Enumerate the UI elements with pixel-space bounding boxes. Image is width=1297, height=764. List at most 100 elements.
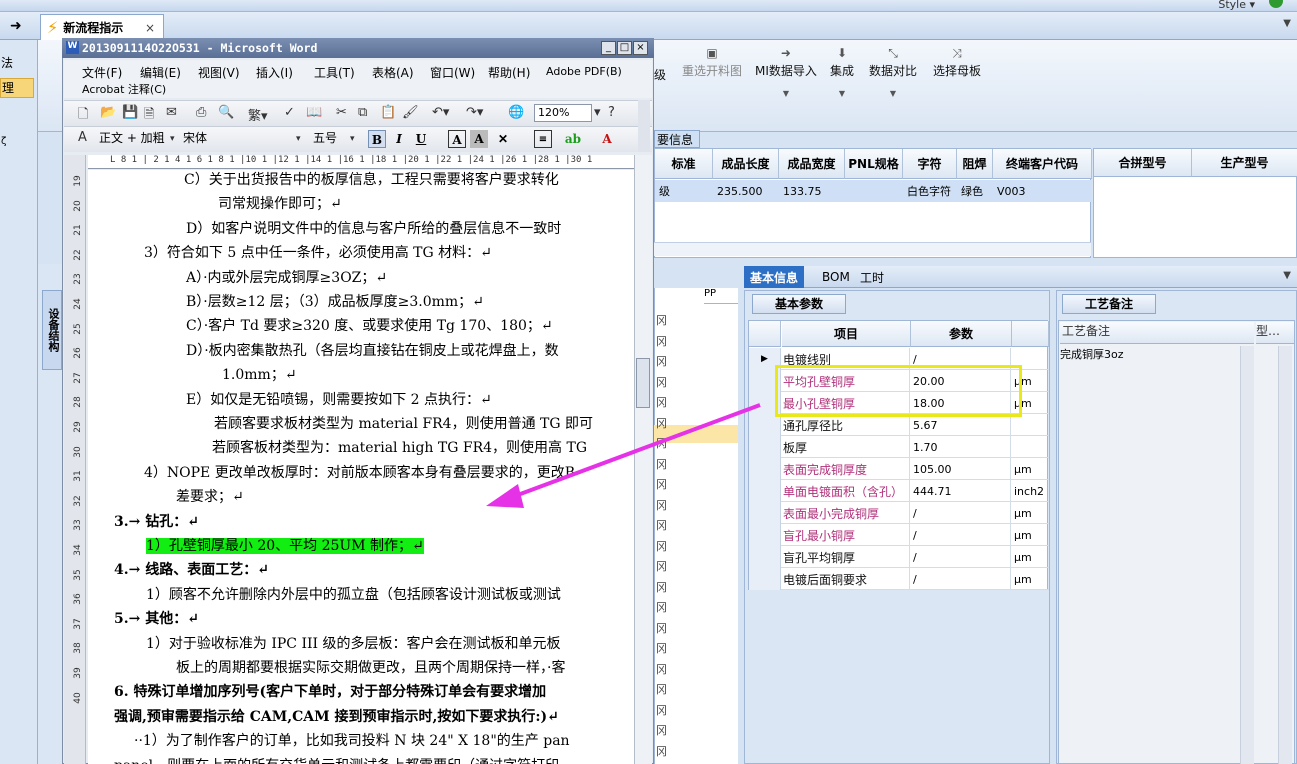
chevron-down-icon[interactable]: ▾	[594, 105, 601, 120]
close-icon[interactable]: ×	[145, 21, 155, 35]
column-header[interactable]: PNL规格	[845, 149, 903, 179]
open-folder-icon[interactable]: 📂	[100, 105, 116, 120]
redo-icon[interactable]: ↷▾	[466, 105, 483, 120]
close-icon[interactable]: ×	[633, 41, 648, 55]
char-shading-icon[interactable]: A	[470, 130, 488, 148]
left-nav-item[interactable]: ζ	[0, 136, 34, 156]
grid-cell[interactable]: 冈	[656, 312, 668, 328]
vertical-scrollbar[interactable]	[1278, 346, 1292, 764]
font-color-icon[interactable]: A	[598, 130, 616, 148]
grid-cell[interactable]: 冈	[656, 620, 668, 636]
row-selector[interactable]	[749, 436, 781, 458]
param-value[interactable]: 1.70	[911, 436, 1011, 458]
menu-insert[interactable]: 插入(I)	[256, 64, 293, 81]
save-icon[interactable]: 💾	[122, 105, 138, 120]
chevron-down-icon[interactable]: ▼	[1283, 18, 1291, 29]
font-select[interactable]: 宋体	[180, 130, 304, 148]
grid-cell[interactable]: 冈	[656, 353, 668, 369]
row-selector[interactable]	[749, 480, 781, 502]
permission-icon[interactable]: 🗎	[144, 105, 154, 127]
tab-new-flow[interactable]: ⚡ 新流程指示 ×	[40, 14, 164, 40]
grid-cell[interactable]: 冈	[656, 394, 668, 410]
menu-adobe-pdf[interactable]: Adobe PDF(B)	[546, 65, 622, 78]
menu-edit[interactable]: 编辑(E)	[140, 64, 181, 81]
menu-table[interactable]: 表格(A)	[372, 64, 414, 81]
param-value[interactable]: /	[911, 546, 1011, 568]
table-row[interactable]: 单面电镀面积（含孔） 444.71 inch2	[749, 480, 1049, 502]
grid-cell[interactable]: 冈	[656, 435, 668, 451]
row-selector[interactable]	[749, 546, 781, 568]
left-nav-item[interactable]: 法	[0, 54, 34, 74]
email-icon[interactable]: ✉	[166, 105, 177, 120]
char-border-icon[interactable]: A	[448, 130, 466, 148]
format-painter-icon[interactable]: 🖌	[402, 105, 419, 120]
style-menu[interactable]: Style ▾	[1218, 0, 1255, 11]
menu-acrobat[interactable]: Acrobat 注释(C)	[82, 81, 166, 97]
print-icon[interactable]: ⎙	[196, 105, 206, 120]
arrow-right-icon[interactable]: ➜	[10, 18, 22, 34]
select-motherboard-button[interactable]: ⤨ 选择母板	[933, 46, 981, 79]
ribbon-button-level[interactable]: 级	[654, 66, 666, 83]
help-icon[interactable]: ?	[608, 105, 615, 120]
column-header[interactable]: 项目	[782, 321, 911, 347]
table-cell[interactable]: V003	[993, 180, 1092, 202]
column-header[interactable]: 工艺备注	[1060, 322, 1254, 344]
row-selector[interactable]	[749, 568, 781, 590]
table-cell[interactable]: 级	[655, 180, 713, 202]
table-row[interactable]: 表面完成铜厚度 105.00 μm	[749, 458, 1049, 480]
grid-cell[interactable]: 冈	[656, 476, 668, 492]
column-header[interactable]: 阻焊	[957, 149, 993, 179]
maximize-icon[interactable]: □	[617, 41, 632, 55]
column-header[interactable]: 型…	[1256, 322, 1294, 344]
globe-icon[interactable]: 🌐	[508, 105, 524, 120]
tab-basic-info[interactable]: 基本信息	[744, 266, 805, 288]
vertical-scrollbar[interactable]	[1240, 346, 1254, 764]
highlight-icon[interactable]: ab	[564, 130, 582, 148]
table-cell[interactable]: 235.500	[713, 180, 779, 202]
table-row[interactable]: 盲孔平均铜厚 / μm	[749, 546, 1049, 568]
minimize-icon[interactable]: _	[601, 41, 616, 55]
menu-view[interactable]: 视图(V)	[198, 64, 240, 81]
grid-cell[interactable]: 冈	[656, 579, 668, 595]
grid-cell[interactable]: 冈	[656, 374, 668, 390]
column-header[interactable]: PP	[704, 288, 738, 304]
column-header[interactable]: 标准	[655, 149, 713, 179]
spelling-icon[interactable]: ✓	[284, 105, 295, 120]
param-value[interactable]: /	[911, 502, 1011, 524]
align-justify-icon[interactable]: ≡	[534, 130, 552, 148]
param-value[interactable]: /	[911, 568, 1011, 590]
integrate-button[interactable]: ⬇ 集成 ▼	[830, 46, 854, 98]
grid-cell[interactable]: 冈	[656, 456, 668, 472]
param-value[interactable]: 105.00	[911, 458, 1011, 480]
grid-cell[interactable]: 冈	[656, 333, 668, 349]
grid-cell[interactable]: 冈	[656, 599, 668, 615]
column-header[interactable]: 成品长度	[713, 149, 779, 179]
table-cell[interactable]: 133.75	[779, 180, 845, 202]
paste-icon[interactable]: 📋	[380, 105, 396, 120]
left-nav-item-selected[interactable]: 理	[0, 78, 34, 98]
param-value[interactable]: /	[911, 524, 1011, 546]
reselect-cutting-button[interactable]: ▣ 重选开料图	[682, 46, 742, 79]
grid-cell[interactable]: 冈	[656, 497, 668, 513]
zoom-select[interactable]: 120%	[534, 104, 592, 122]
horizontal-scrollbar[interactable]	[654, 242, 1091, 256]
document-body[interactable]: C）关于出货报告中的板厚信息，工程只需要将客户要求转化 司常规操作即可；↵ D）如客…	[88, 170, 634, 764]
scroll-thumb[interactable]	[636, 358, 650, 408]
menu-help[interactable]: 帮助(H)	[488, 64, 530, 81]
horizontal-ruler[interactable]: L 8 1 | 2 1 4 1 6 1 8 1 |10 1 |12 1 |14 …	[88, 155, 634, 169]
column-header[interactable]: 字符	[903, 149, 957, 179]
process-note-value[interactable]: 完成铜厚3oz	[1060, 346, 1240, 362]
char-scale-icon[interactable]: ✕	[494, 130, 512, 148]
side-tab-device-structure[interactable]: 设备结构	[42, 290, 62, 370]
grid-cell[interactable]: 冈	[656, 517, 668, 533]
grid-cell[interactable]: 冈	[656, 702, 668, 718]
column-header[interactable]: 成品宽度	[779, 149, 845, 179]
table-cell[interactable]: 绿色	[957, 180, 993, 202]
chevron-down-icon[interactable]: ▼	[1283, 270, 1291, 281]
cut-icon[interactable]: ✂	[336, 105, 347, 120]
grid-cell[interactable]: 冈	[656, 538, 668, 554]
menu-window[interactable]: 窗口(W)	[430, 64, 475, 81]
row-selector[interactable]	[749, 458, 781, 480]
word-title-bar[interactable]: 2013091114O22O531 - Microsoft Word	[62, 38, 654, 58]
table-row[interactable]: 通孔厚径比 5.67	[749, 414, 1049, 436]
